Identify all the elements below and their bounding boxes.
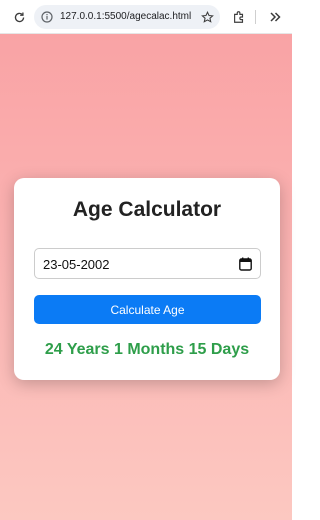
age-calculator-card: Age Calculator 23-05-2002 Calculate Age … (14, 178, 280, 380)
address-bar[interactable]: 127.0.0.1:5500/agecalac.html (34, 5, 220, 29)
calculate-age-button[interactable]: Calculate Age (34, 295, 261, 324)
url-text[interactable]: 127.0.0.1:5500/agecalac.html (60, 11, 191, 22)
age-result: 24 Years 1 Months 15 Days (44, 341, 250, 358)
browser-toolbar: 127.0.0.1:5500/agecalac.html (0, 0, 292, 34)
star-icon[interactable] (196, 6, 218, 28)
reload-icon[interactable] (8, 6, 30, 28)
page-viewport: Age Calculator 23-05-2002 Calculate Age … (0, 34, 292, 520)
birthdate-value[interactable]: 23-05-2002 (43, 257, 110, 272)
page-title: Age Calculator (72, 198, 222, 221)
toolbar-divider (255, 10, 256, 24)
chevron-double-right-icon[interactable] (264, 6, 286, 28)
puzzle-icon[interactable] (228, 6, 250, 28)
birthdate-input[interactable]: 23-05-2002 (34, 248, 261, 279)
site-info-icon[interactable] (40, 10, 54, 24)
calendar-icon[interactable] (239, 257, 252, 271)
